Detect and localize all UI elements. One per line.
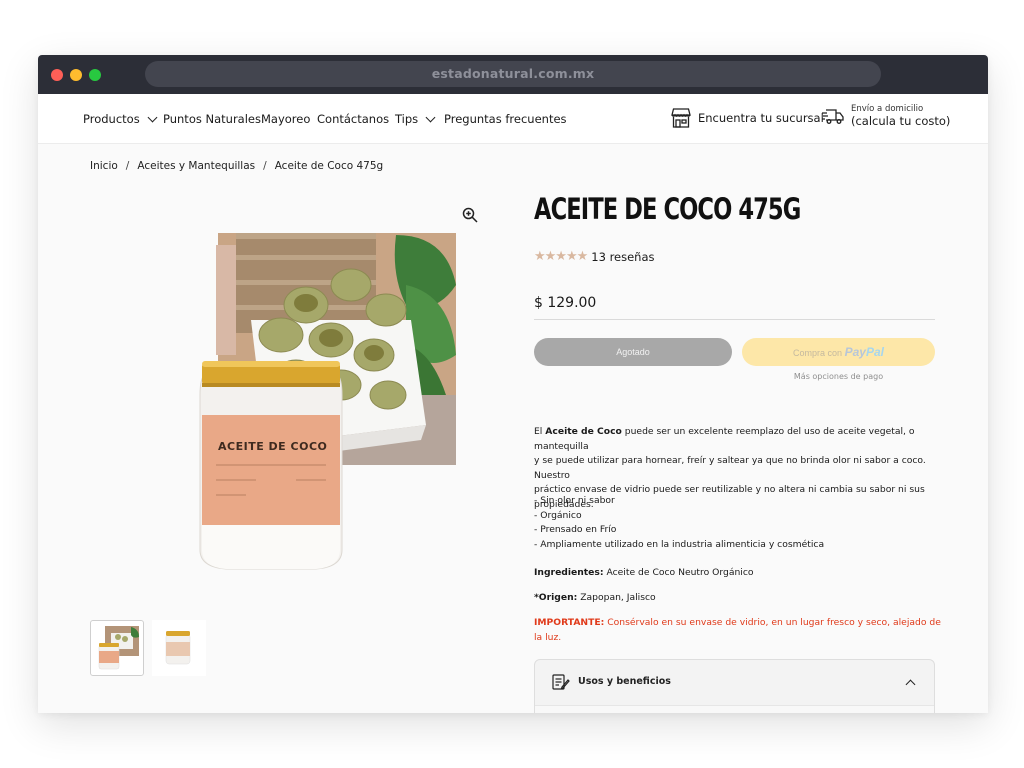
zoom-icon[interactable] <box>462 207 478 223</box>
feature-item: - Prensado en Frío <box>534 524 617 535</box>
ingredients-value: Aceite de Coco Neutro Orgánico <box>603 567 754 578</box>
more-payment-options-link[interactable]: Más opciones de pago <box>742 372 935 381</box>
close-window-button[interactable] <box>51 69 63 81</box>
feature-item: - Orgánico <box>534 509 582 521</box>
breadcrumb-separator: / <box>263 160 267 172</box>
storefront-icon <box>671 108 691 128</box>
find-store-label: Encuentra tu sucursal <box>698 111 824 125</box>
feature-item: - Ampliamente utilizado en la industria … <box>534 538 825 550</box>
nav-item-tips[interactable]: Tips <box>395 112 436 126</box>
feature-item: - Sin olor ni sabor <box>534 495 615 506</box>
breadcrumb: Inicio / Aceites y Mantequillas / Aceite… <box>90 160 383 172</box>
browser-titlebar: estadonatural.com.mx <box>38 55 988 94</box>
origin-label: *Origen: <box>534 592 578 603</box>
browser-window: estadonatural.com.mx Productos Puntos Na… <box>38 55 988 713</box>
minimize-window-button[interactable] <box>70 69 82 81</box>
maximize-window-button[interactable] <box>89 69 101 81</box>
nav-item-label: Mayoreo <box>261 112 311 126</box>
nav-item-label: Preguntas frecuentes <box>444 112 567 126</box>
address-bar[interactable]: estadonatural.com.mx <box>145 61 881 87</box>
product-main-image[interactable]: ACEITE DE COCO <box>156 225 476 585</box>
chevron-up-icon <box>905 679 916 690</box>
paypal-logo-pay: Pay <box>844 345 866 359</box>
divider <box>534 319 935 320</box>
delivery-truck-icon <box>822 109 844 124</box>
ingredients: Ingredientes: Aceite de Coco Neutro Orgá… <box>534 566 944 581</box>
nav-item-label: Tips <box>395 112 419 126</box>
breadcrumb-separator: / <box>125 160 130 172</box>
nav-item-productos[interactable]: Productos <box>83 112 158 126</box>
thumbnail-image <box>165 631 191 665</box>
nav-item-label: Puntos Naturales <box>163 112 261 126</box>
nav-item-mayoreo[interactable]: Mayoreo <box>261 112 310 126</box>
origin-value: Zapopan, Jalisco <box>577 592 656 603</box>
review-count: 13 reseñas <box>591 249 655 264</box>
thumbnail-1[interactable] <box>90 620 144 676</box>
delivery-small-label: Envío a domicilio <box>851 104 924 114</box>
accordion-label: Usos y beneficios <box>578 676 671 687</box>
delivery-cost-label: (calcula tu costo) <box>851 114 951 128</box>
chevron-down-icon <box>425 112 436 122</box>
delivery-text: Envío a domicilio (calcula tu costo) <box>851 104 950 128</box>
paypal-prefix: Compra con <box>793 348 843 358</box>
breadcrumb-current: Aceite de Coco 475g <box>274 160 384 172</box>
paypal-logo-pal: Pal <box>865 345 884 359</box>
star-icon: ★★★★★ <box>534 249 588 264</box>
uses-benefits-accordion[interactable]: Usos y beneficios <box>534 659 935 713</box>
origin: *Origen: Zapopan, Jalisco <box>534 591 944 606</box>
accordion-body <box>535 705 934 713</box>
chevron-down-icon <box>147 112 158 122</box>
thumbnail-image <box>98 626 139 670</box>
main-navigation: Productos Puntos Naturales Mayoreo Contá… <box>38 94 988 144</box>
breadcrumb-inicio[interactable]: Inicio <box>90 160 118 172</box>
product-rating[interactable]: ★★★★★ 13 reseñas <box>534 249 655 264</box>
nav-item-puntos-naturales[interactable]: Puntos Naturales <box>163 112 261 126</box>
thumbnail-2[interactable] <box>152 620 206 676</box>
nav-item-contactanos[interactable]: Contáctanos <box>317 112 389 126</box>
important-note: IMPORTANTE: Consérvalo en su envase de v… <box>534 616 944 645</box>
nav-item-preguntas-frecuentes[interactable]: Preguntas frecuentes <box>444 112 567 126</box>
nav-item-label: Productos <box>83 112 140 126</box>
ingredients-label: Ingredientes: <box>534 567 604 578</box>
important-label: IMPORTANTE: <box>534 617 605 628</box>
description-line: El Aceite de Coco puede ser un excelente… <box>534 426 915 452</box>
paypal-button[interactable]: Compra con PayPal <box>742 338 935 366</box>
feature-list: - Sin olor ni sabor - Orgánico - Prensad… <box>534 494 944 552</box>
notepad-icon <box>552 674 570 690</box>
sold-out-button[interactable]: Agotado <box>534 338 732 366</box>
nav-item-label: Contáctanos <box>317 112 390 126</box>
find-store-link[interactable]: Encuentra tu sucursal <box>669 106 824 130</box>
breadcrumb-category[interactable]: Aceites y Mantequillas <box>137 160 255 172</box>
product-title: ACEITE DE COCO 475G <box>534 192 801 226</box>
jar-label-text: ACEITE DE COCO <box>218 440 327 453</box>
product-price: $ 129.00 <box>534 295 597 311</box>
description-line: y se puede utilizar para hornear, freír … <box>534 455 926 481</box>
delivery-cost-link[interactable]: Envío a domicilio (calcula tu costo) <box>821 104 950 128</box>
